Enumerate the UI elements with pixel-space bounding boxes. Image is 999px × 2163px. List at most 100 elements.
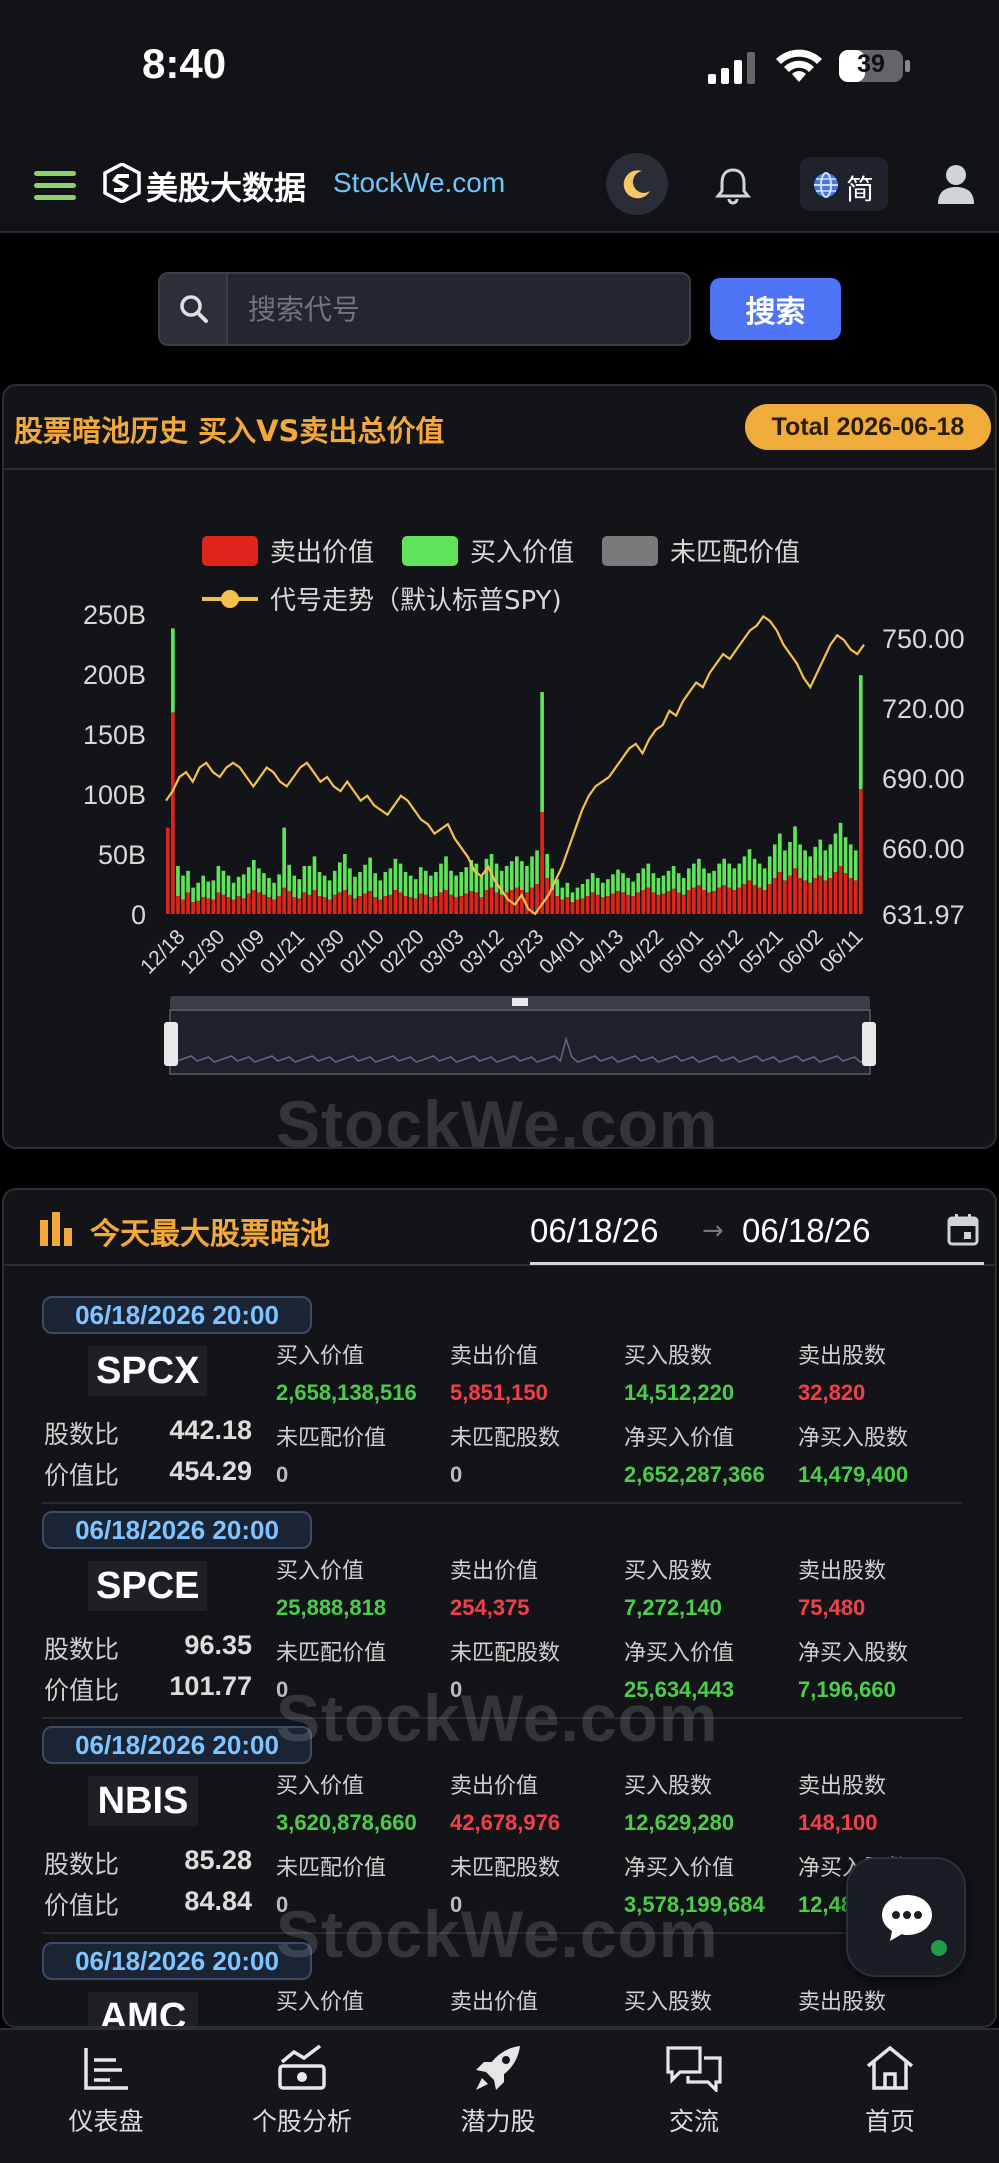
user-icon[interactable]: [936, 163, 976, 205]
buy-bar: [206, 881, 211, 899]
sell-bar: [626, 894, 630, 914]
search-icon-box: [160, 274, 228, 344]
x-axis-label: 05/21: [734, 925, 787, 978]
buy-bar: [317, 872, 322, 896]
sell-bar: [843, 873, 848, 914]
buy-bar: [246, 867, 251, 894]
unmatched-shares-label: 未匹配股数: [450, 1641, 561, 1666]
tab-home[interactable]: 首页: [810, 2044, 970, 2144]
buy-bar: [201, 875, 206, 898]
sell-bar: [191, 902, 195, 914]
unmatched-value-value: 0: [276, 1892, 289, 1917]
unmatched-shares-label: 未匹配股数: [450, 1856, 561, 1881]
sell-shares-value: 32,820: [798, 1380, 866, 1405]
buy-bar: [722, 858, 727, 886]
dashboard-icon: [84, 2048, 128, 2090]
buy-bar: [343, 854, 347, 890]
menu-icon[interactable]: [34, 171, 76, 201]
sell-bar: [616, 891, 620, 914]
unmatched-value-label: 未匹配价值: [276, 1856, 387, 1881]
ticker-symbol[interactable]: SPCE: [88, 1561, 208, 1611]
calendar-icon[interactable]: [946, 1212, 980, 1246]
sell-bar: [762, 890, 767, 914]
buy-value-label: 买入价值: [276, 1559, 365, 1584]
globe-icon: [814, 172, 838, 198]
ticker-symbol[interactable]: AMC: [88, 1992, 198, 2026]
buy-bar: [262, 873, 266, 895]
sell-bar: [813, 878, 818, 914]
sell-bar: [555, 896, 560, 914]
search-input[interactable]: [248, 288, 668, 330]
buy-bar: [823, 850, 828, 881]
tab-dashboard[interactable]: 仪表盘: [26, 2044, 186, 2144]
stock-analysis-icon: [278, 2044, 326, 2090]
value-ratio-value: 101.77: [169, 1671, 252, 1701]
language-button[interactable]: 简: [800, 157, 888, 211]
buy-bar: [267, 878, 271, 898]
moon-icon: [623, 170, 650, 199]
y-axis-left-tick: 250B: [83, 600, 146, 630]
logo-domain[interactable]: StockWe.com: [333, 167, 505, 199]
x-axis-label: 03/12: [455, 925, 508, 978]
sell-bar: [833, 872, 838, 914]
buy-bar: [828, 844, 833, 878]
search-button[interactable]: 搜索: [710, 278, 841, 340]
sell-bar: [302, 892, 307, 914]
sell-bar: [398, 892, 403, 914]
logo-icon[interactable]: [102, 163, 142, 203]
sell-bar: [368, 891, 372, 914]
tab-community[interactable]: 交流: [614, 2044, 774, 2144]
buy-bar: [257, 868, 261, 893]
bottom-tab-bar: 仪表盘 个股分析 潜力股 交流 首页: [0, 2028, 999, 2163]
darkpool-chart[interactable]: 250B 200B 150B 100B 50B 0 750.00 720.00 690.00 66…: [4, 386, 997, 1149]
share-ratio-label: 股数比: [44, 1420, 120, 1449]
status-time: 8:40: [142, 40, 227, 87]
buy-bar: [393, 858, 398, 890]
darkpool-entry[interactable]: 06/18/2026 20:00 SPCX 股数比 442.18 价值比 454.29 买入…: [4, 1296, 995, 1511]
sell-shares-value: 148,100: [798, 1810, 878, 1835]
sell-bar: [373, 897, 378, 914]
theme-toggle-button[interactable]: [606, 153, 668, 215]
net-buy-shares-label: 净买入股数: [798, 1426, 909, 1451]
tab-potential-stocks[interactable]: 潜力股: [418, 2044, 578, 2144]
tab-label: 仪表盘: [68, 2107, 144, 2136]
sell-bar: [585, 896, 590, 914]
logo-text[interactable]: 美股大数据: [146, 163, 306, 209]
sell-value-label: 卖出价值: [450, 1774, 539, 1799]
buy-bar: [631, 881, 635, 896]
bell-icon[interactable]: [712, 165, 754, 207]
ticker-symbol[interactable]: NBIS: [88, 1776, 198, 1826]
date-to[interactable]: 06/18/26: [742, 1212, 870, 1250]
darkpool-entry[interactable]: 06/18/2026 20:00 SPCE 股数比 96.35 价值比 101.77 买入价…: [4, 1511, 995, 1726]
sell-bar: [464, 893, 469, 914]
sell-bar: [803, 880, 807, 914]
buy-bar: [565, 882, 570, 898]
net-buy-value-value: 3,578,199,684: [624, 1892, 765, 1917]
sell-bar: [772, 878, 777, 914]
home-icon: [866, 2045, 914, 2090]
zoom-slider: [169, 1009, 871, 1075]
x-axis-label: 02/20: [375, 925, 428, 978]
status-bar: 8:40 39: [0, 0, 999, 135]
ticker-symbol[interactable]: SPCX: [88, 1346, 208, 1396]
buy-bar: [454, 875, 458, 898]
sell-bar: [661, 893, 666, 914]
rocket-icon: [476, 2046, 520, 2090]
buy-bar: [504, 866, 509, 893]
sell-value-label: 卖出价值: [450, 1559, 539, 1584]
net-buy-shares-label: 净买入股数: [798, 1641, 909, 1666]
tab-stock-analysis[interactable]: 个股分析: [222, 2044, 382, 2144]
buy-bar: [727, 863, 732, 888]
buy-bar: [176, 866, 180, 896]
sell-bar: [353, 898, 357, 914]
arrow-right-icon: →: [702, 1216, 724, 1246]
chat-button[interactable]: [846, 1857, 966, 1977]
entry-divider: [42, 1932, 962, 1934]
x-axis-label: 05/01: [655, 925, 708, 978]
entry-divider: [42, 1502, 962, 1504]
date-from[interactable]: 06/18/26: [530, 1212, 658, 1250]
buy-bar: [788, 842, 792, 876]
buy-bar: [833, 833, 838, 872]
sell-bar: [176, 896, 180, 914]
y-axis-left-tick: 100B: [83, 780, 146, 810]
